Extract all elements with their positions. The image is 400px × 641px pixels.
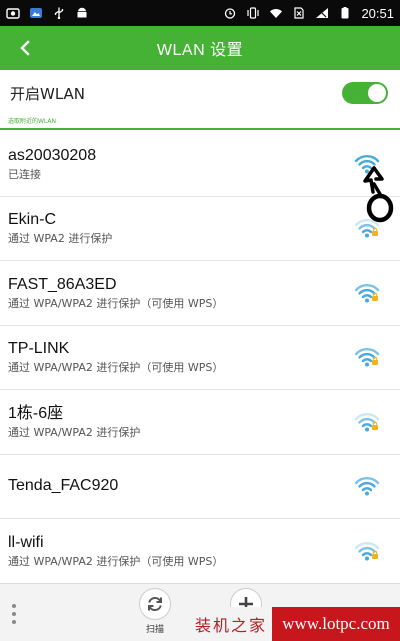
- network-item-as20030208[interactable]: as20030208 已连接: [0, 132, 400, 197]
- watermark-site-name: 装机之家: [190, 607, 272, 641]
- wifi-open-icon: [354, 475, 380, 497]
- wifi-locked-icon: [354, 411, 380, 433]
- network-ssid: FAST_86A3ED: [8, 275, 117, 293]
- chevron-left-icon: [20, 40, 30, 56]
- more-vertical-icon[interactable]: [6, 602, 22, 626]
- network-list: as20030208 已连接 Ekin-C 通过 WPA2 进行保护 FAST_…: [0, 132, 400, 584]
- watermark-url: www.lotpc.com: [272, 607, 400, 641]
- network-security: 通过 WPA/WPA2 进行保护（可使用 WPS）: [8, 296, 224, 310]
- network-item-ekin-c[interactable]: Ekin-C 通过 WPA2 进行保护: [0, 197, 400, 261]
- network-status: 已连接: [8, 167, 41, 181]
- network-ssid: ll-wifi: [8, 533, 44, 551]
- wlan-toggle-label: 开启WLAN: [10, 84, 86, 103]
- app-header: WLAN 设置: [0, 26, 400, 70]
- vibrate-icon: [246, 7, 260, 19]
- wlan-toggle-switch[interactable]: [342, 82, 388, 104]
- page-title: WLAN 设置: [156, 42, 244, 59]
- screenshot-icon: [6, 7, 20, 19]
- annotation-arrow-icon: [360, 166, 400, 224]
- wlan-toggle-row: 开启WLAN: [0, 70, 400, 116]
- scan-button[interactable]: 扫描: [130, 588, 180, 640]
- wifi-signal-icon: [269, 7, 283, 19]
- usb-icon: [52, 7, 66, 19]
- battery-icon: [338, 7, 352, 19]
- network-item-1dong-6zuo[interactable]: 1栋-6座 通过 WPA/WPA2 进行保护: [0, 390, 400, 455]
- status-bar-left: [6, 7, 89, 19]
- status-bar-right: 20:51: [223, 6, 394, 21]
- back-button[interactable]: [10, 33, 40, 63]
- gallery-icon: [29, 7, 43, 19]
- watermark: 装机之家 www.lotpc.com: [190, 607, 400, 641]
- wifi-locked-icon: [354, 346, 380, 368]
- network-ssid: Tenda_FAC920: [8, 477, 119, 495]
- cellular-signal-icon: [315, 7, 329, 19]
- section-header-label: 选取附近的WLAN: [8, 118, 57, 125]
- network-ssid: TP-LINK: [8, 340, 70, 358]
- wifi-locked-icon: [354, 540, 380, 562]
- network-security: 通过 WPA/WPA2 进行保护: [8, 425, 141, 439]
- wifi-locked-icon: [354, 282, 380, 304]
- network-item-tenda-fac920[interactable]: Tenda_FAC920: [0, 455, 400, 519]
- android-icon: [75, 7, 89, 19]
- alarm-icon: [223, 7, 237, 19]
- network-ssid: Ekin-C: [8, 211, 57, 229]
- network-item-tp-link[interactable]: TP-LINK 通过 WPA/WPA2 进行保护（可使用 WPS）: [0, 326, 400, 390]
- scan-label: 扫描: [145, 625, 164, 635]
- status-time: 20:51: [361, 5, 394, 21]
- network-security: 通过 WPA/WPA2 进行保护（可使用 WPS）: [8, 554, 224, 568]
- network-ssid: 1栋-6座: [8, 404, 64, 422]
- status-bar: 20:51: [0, 0, 400, 26]
- network-security: 通过 WPA2 进行保护: [8, 232, 113, 246]
- refresh-icon: [139, 588, 171, 620]
- network-ssid: as20030208: [8, 146, 97, 164]
- network-item-fast-86a3ed[interactable]: FAST_86A3ED 通过 WPA/WPA2 进行保护（可使用 WPS）: [0, 261, 400, 326]
- section-header: 选取附近的WLAN: [0, 116, 400, 130]
- no-sim-icon: [292, 7, 306, 19]
- network-security: 通过 WPA/WPA2 进行保护（可使用 WPS）: [8, 361, 224, 375]
- toggle-knob: [368, 84, 386, 102]
- network-item-ll-wifi[interactable]: ll-wifi 通过 WPA/WPA2 进行保护（可使用 WPS）: [0, 519, 400, 584]
